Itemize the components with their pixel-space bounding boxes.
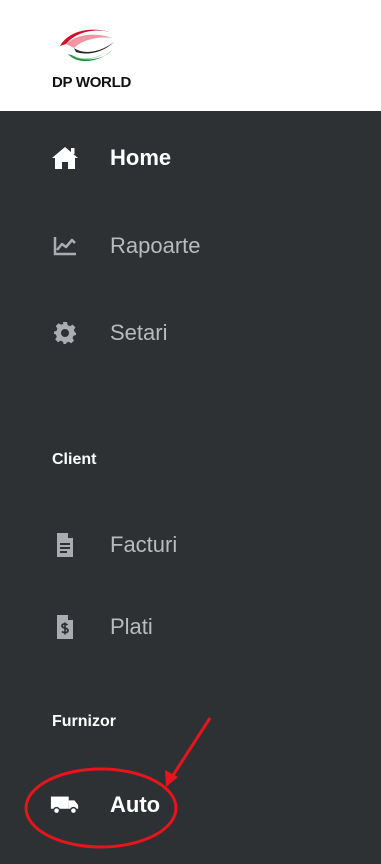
sidebar-item-label: Facturi xyxy=(110,532,178,557)
sidebar-item-label: Setari xyxy=(110,320,168,345)
section-title-furnizor: Furnizor xyxy=(52,713,116,730)
page: DP WORLD Home Rapoarte Setari Client Fac… xyxy=(0,0,381,864)
sidebar-item-facturi[interactable]: Facturi xyxy=(0,515,381,575)
sidebar-item-setari[interactable]: Setari xyxy=(0,303,381,363)
sidebar-item-label: Home xyxy=(110,145,172,170)
dp-world-logo-icon xyxy=(60,29,114,62)
sidebar: Home Rapoarte Setari Client Facturi Plat… xyxy=(0,111,381,864)
gear-icon xyxy=(50,318,80,348)
truck-icon xyxy=(50,790,80,820)
chart-icon xyxy=(50,231,80,261)
home-icon xyxy=(50,143,80,173)
invoice-icon xyxy=(50,530,80,560)
logo-header: DP WORLD xyxy=(0,0,381,111)
sidebar-item-label: Plati xyxy=(110,614,153,639)
sidebar-item-label: Rapoarte xyxy=(110,233,201,258)
brand-name: DP WORLD xyxy=(52,74,131,91)
section-title-client: Client xyxy=(52,451,97,468)
payment-doc-icon xyxy=(50,612,80,642)
sidebar-item-auto[interactable]: Auto xyxy=(0,775,381,835)
sidebar-item-rapoarte[interactable]: Rapoarte xyxy=(0,216,381,276)
sidebar-item-home[interactable]: Home xyxy=(0,128,381,188)
sidebar-item-plati[interactable]: Plati xyxy=(0,597,381,657)
sidebar-item-label: Auto xyxy=(110,792,161,817)
